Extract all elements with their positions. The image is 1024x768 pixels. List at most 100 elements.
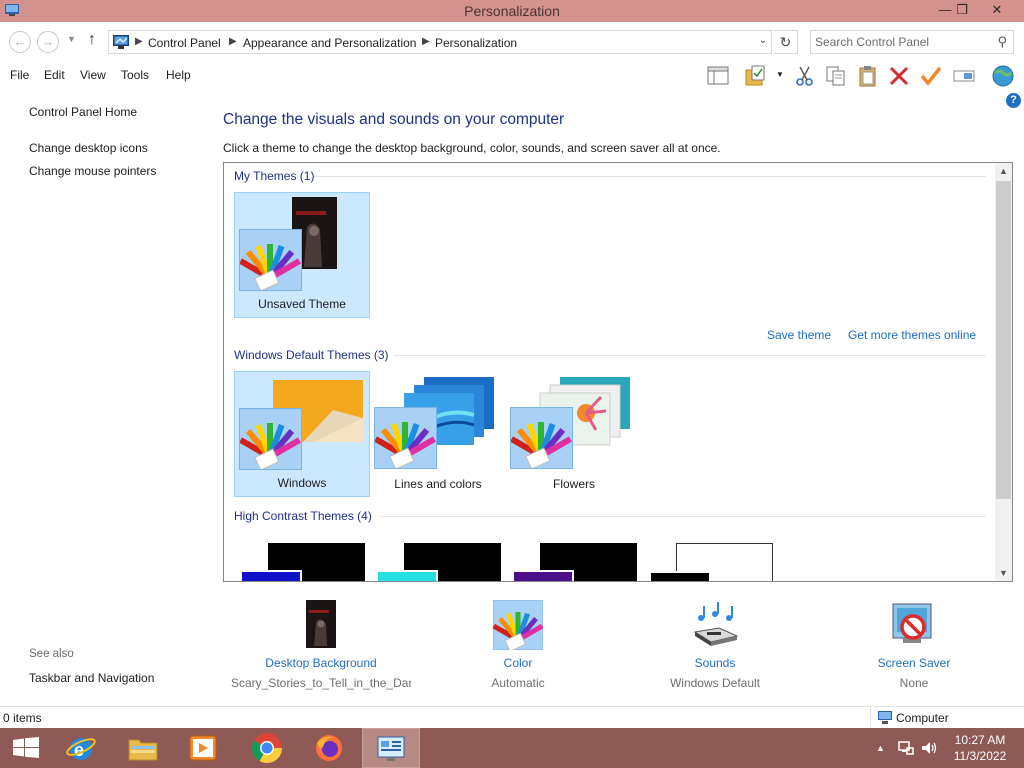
breadcrumb-control-panel[interactable]: Control Panel bbox=[148, 36, 221, 50]
location-label: Computer bbox=[896, 711, 949, 725]
page-heading: Change the visuals and sounds on your co… bbox=[223, 111, 565, 128]
delete-icon[interactable] bbox=[886, 64, 912, 88]
page-description: Click a theme to change the desktop back… bbox=[223, 141, 721, 155]
system-clock[interactable]: 10:27 AM 11/3/2022 bbox=[940, 732, 1020, 764]
theme-tile-unsaved[interactable]: Unsaved Theme bbox=[234, 192, 370, 318]
group-divider bbox=[380, 516, 986, 517]
color-value: Automatic bbox=[491, 676, 545, 690]
sounds-icon bbox=[693, 602, 739, 646]
search-box[interactable]: ⚲ bbox=[810, 30, 1014, 54]
menu-tools[interactable]: Tools bbox=[121, 68, 149, 82]
taskbar-and-navigation-link[interactable]: Taskbar and Navigation bbox=[29, 671, 154, 685]
internet-explorer-icon: e bbox=[66, 738, 96, 760]
menu-file[interactable]: File bbox=[10, 68, 29, 82]
search-input[interactable] bbox=[815, 34, 985, 50]
high-contrast-theme-4[interactable] bbox=[649, 543, 773, 581]
group-high-contrast-label: High Contrast Themes (4) bbox=[234, 509, 372, 523]
high-contrast-theme-2[interactable] bbox=[376, 543, 501, 581]
close-button[interactable]: ✕ bbox=[982, 0, 1012, 20]
window-title: Personalization bbox=[464, 3, 560, 19]
title-bar: Personalization — ❐ ✕ bbox=[0, 0, 1024, 22]
theme-name: Flowers bbox=[552, 477, 595, 491]
scrollbar-thumb[interactable] bbox=[996, 181, 1011, 499]
properties-dropdown-icon[interactable]: ▼ bbox=[776, 70, 784, 79]
chrome-icon bbox=[251, 733, 282, 764]
theme-tile-lines-and-colors[interactable]: Lines and colors bbox=[370, 371, 506, 497]
start-button[interactable] bbox=[0, 728, 54, 768]
change-mouse-pointers-link[interactable]: Change mouse pointers bbox=[29, 164, 156, 178]
windows-start-icon bbox=[13, 737, 39, 758]
scroll-down-icon[interactable]: ▼ bbox=[995, 568, 1012, 578]
control-panel-home-link[interactable]: Control Panel Home bbox=[29, 105, 137, 119]
change-desktop-icons-link[interactable]: Change desktop icons bbox=[29, 141, 148, 155]
up-arrow-icon[interactable]: ↑ bbox=[88, 31, 96, 49]
breadcrumb-personalization[interactable]: Personalization bbox=[435, 36, 517, 50]
breadcrumb-appearance[interactable]: Appearance and Personalization bbox=[243, 36, 416, 50]
show-hidden-icons-icon[interactable]: ▲ bbox=[876, 743, 885, 753]
sounds-value: Windows Default bbox=[669, 676, 761, 690]
status-divider bbox=[870, 707, 871, 729]
forward-button[interactable]: → bbox=[37, 31, 59, 53]
color-fan-icon bbox=[239, 408, 302, 471]
color-fan-icon bbox=[493, 600, 543, 650]
recent-locations-chevron-icon[interactable]: ▼ bbox=[67, 34, 76, 44]
item-count: 0 items bbox=[3, 711, 42, 725]
breadcrumb-separator-icon[interactable]: ▶ bbox=[229, 36, 237, 47]
rename-icon[interactable] bbox=[951, 64, 977, 88]
menu-view[interactable]: View bbox=[80, 68, 106, 82]
taskbar-chrome[interactable] bbox=[240, 728, 294, 768]
desktop-background-label[interactable]: Desktop Background bbox=[231, 656, 411, 670]
taskbar-media-player[interactable] bbox=[176, 728, 230, 768]
get-more-themes-link[interactable]: Get more themes online bbox=[848, 328, 976, 342]
theme-tile-flowers[interactable]: Flowers bbox=[506, 371, 642, 497]
check-icon[interactable] bbox=[918, 64, 944, 88]
screen-saver-label[interactable]: Screen Saver bbox=[824, 656, 1004, 670]
desktop-background-value: Scary_Stories_to_Tell_in_the_Dark_fi... bbox=[231, 676, 411, 690]
layout-icon[interactable] bbox=[705, 64, 731, 88]
properties-icon[interactable] bbox=[744, 64, 770, 88]
restore-button[interactable]: ❐ bbox=[947, 0, 977, 20]
taskbar-control-panel[interactable] bbox=[362, 728, 420, 768]
group-default-themes-label: Windows Default Themes (3) bbox=[234, 348, 389, 362]
theme-name: Lines and colors bbox=[394, 477, 482, 491]
group-divider bbox=[394, 355, 986, 356]
theme-tile-windows[interactable]: Windows bbox=[234, 371, 370, 497]
high-contrast-theme-3[interactable] bbox=[512, 543, 637, 581]
clock-date: 11/3/2022 bbox=[953, 749, 1007, 763]
firefox-icon bbox=[316, 735, 342, 761]
media-player-icon bbox=[189, 735, 217, 761]
network-icon[interactable] bbox=[898, 740, 914, 756]
menu-bar: File Edit View Tools Help ▼ bbox=[0, 62, 1024, 90]
scroll-up-icon[interactable]: ▲ bbox=[995, 166, 1012, 176]
color-label[interactable]: Color bbox=[428, 656, 608, 670]
screen-saver-value: None bbox=[899, 676, 929, 690]
back-button[interactable]: ← bbox=[9, 31, 31, 53]
breadcrumb-separator-icon[interactable]: ▶ bbox=[422, 36, 430, 47]
globe-icon[interactable] bbox=[990, 64, 1016, 88]
taskbar: e ▲ 10:27 AM 11/3/2022 bbox=[0, 728, 1024, 768]
save-theme-link[interactable]: Save theme bbox=[767, 328, 831, 342]
search-icon[interactable]: ⚲ bbox=[997, 34, 1007, 50]
paste-icon[interactable] bbox=[855, 64, 881, 88]
volume-icon[interactable] bbox=[920, 740, 938, 756]
refresh-button[interactable]: ↻ bbox=[774, 30, 798, 54]
high-contrast-theme-1[interactable] bbox=[240, 543, 365, 581]
taskbar-file-explorer[interactable] bbox=[116, 728, 170, 768]
address-bar[interactable]: ▶ Control Panel ▶ Appearance and Persona… bbox=[108, 30, 772, 54]
taskbar-internet-explorer[interactable]: e bbox=[54, 728, 108, 768]
file-explorer-icon bbox=[128, 739, 158, 761]
copy-icon[interactable] bbox=[823, 64, 849, 88]
status-bar: 0 items Computer bbox=[0, 706, 1024, 729]
cut-icon[interactable] bbox=[792, 64, 818, 88]
theme-name: Unsaved Theme bbox=[258, 297, 346, 311]
sounds-label[interactable]: Sounds bbox=[625, 656, 805, 670]
theme-list-scrollbar[interactable]: ▲ ▼ bbox=[995, 163, 1012, 581]
help-icon[interactable]: ? bbox=[1006, 93, 1021, 108]
taskbar-firefox[interactable] bbox=[302, 728, 356, 768]
menu-help[interactable]: Help bbox=[166, 68, 191, 82]
navigation-bar: ← → ▼ ↑ ▶ Control Panel ▶ Appearance and… bbox=[0, 22, 1024, 62]
theme-list[interactable]: My Themes (1) Unsaved Theme Save theme G… bbox=[223, 162, 1013, 582]
breadcrumb-separator-icon: ▶ bbox=[135, 36, 143, 47]
menu-edit[interactable]: Edit bbox=[44, 68, 65, 82]
address-dropdown-icon[interactable]: ⌄ bbox=[759, 35, 767, 46]
